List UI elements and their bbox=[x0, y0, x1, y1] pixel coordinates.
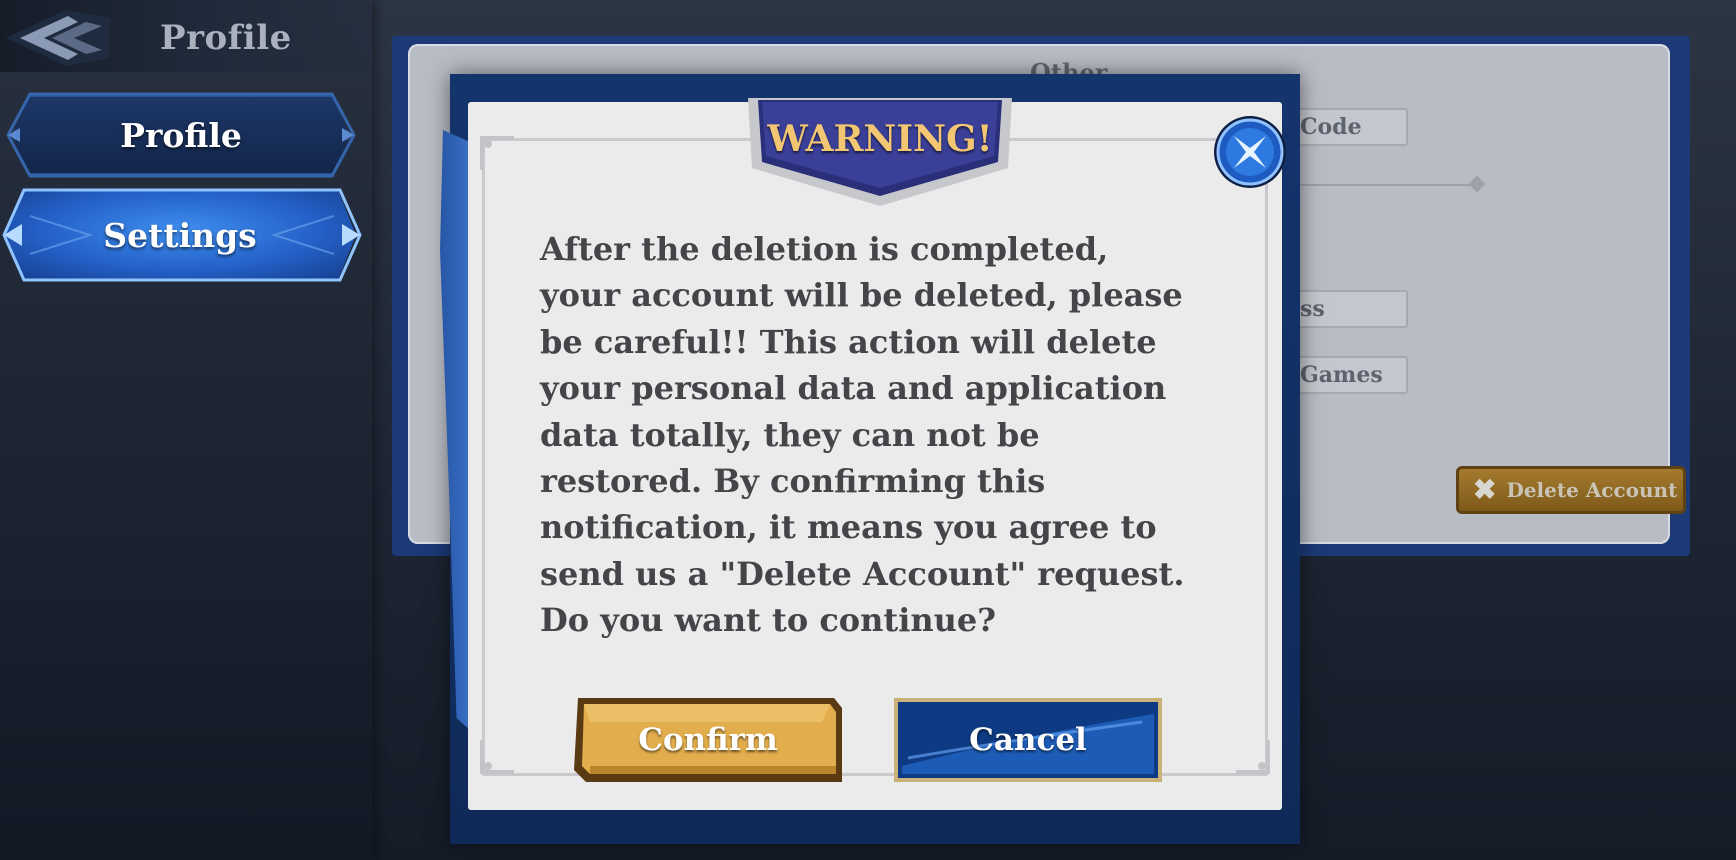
confirm-button[interactable]: Confirm bbox=[572, 696, 844, 784]
dialog-title: WARNING! bbox=[767, 118, 993, 160]
confirm-button-label: Confirm bbox=[638, 722, 778, 758]
corner-ornament-icon bbox=[1236, 740, 1270, 774]
close-icon[interactable] bbox=[1212, 114, 1288, 190]
cancel-button[interactable]: Cancel bbox=[892, 696, 1164, 784]
corner-ornament-icon bbox=[480, 740, 514, 774]
cancel-button-label: Cancel bbox=[969, 722, 1087, 758]
dialog-message: After the deletion is completed, your ac… bbox=[540, 230, 1185, 640]
corner-ornament-icon bbox=[480, 136, 514, 170]
